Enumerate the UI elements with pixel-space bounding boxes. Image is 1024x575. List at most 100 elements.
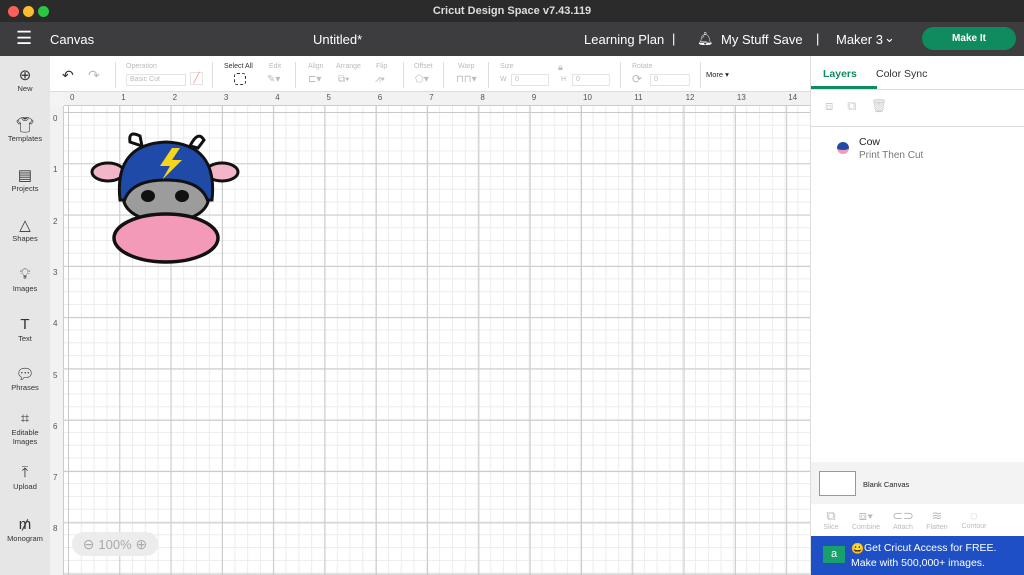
color-swatch[interactable]: ╱ xyxy=(190,72,203,85)
offset-icon[interactable]: ⬠▾ xyxy=(415,74,429,85)
make-it-button[interactable]: Make It xyxy=(922,27,1016,50)
redo-icon[interactable]: ↷ xyxy=(88,67,100,84)
ruler-x-label: 9 xyxy=(532,93,536,102)
edit-image-icon: ⌗ xyxy=(0,410,50,428)
arrange-icon[interactable]: ⧉▾ xyxy=(338,74,349,85)
sidebar-item-monogram[interactable]: ₥Monogram xyxy=(0,516,50,543)
zoom-level: 100% xyxy=(98,537,131,552)
flatten-button[interactable]: ≋Flatten xyxy=(917,508,957,531)
save-button[interactable]: Save xyxy=(773,32,803,47)
cricut-access-logo: a xyxy=(823,546,845,563)
slice-button[interactable]: ⧉Slice xyxy=(811,508,851,531)
ruler-x-label: 0 xyxy=(70,93,74,102)
ruler-y-label: 3 xyxy=(53,268,57,277)
window-title: Cricut Design Space v7.43.119 xyxy=(433,5,591,17)
rotate-icon[interactable]: ⟳ xyxy=(632,72,642,86)
left-sidebar: ⊕New 👕︎Templates ▤Projects △Shapes 💡︎Ima… xyxy=(0,56,50,575)
select-all-icon[interactable] xyxy=(234,73,246,85)
sidebar-item-new[interactable]: ⊕New xyxy=(0,66,50,93)
learning-plan-link[interactable]: Learning Plan xyxy=(584,32,664,47)
group-icon[interactable]: ⧈ xyxy=(825,98,847,113)
machine-select[interactable]: Maker 3 xyxy=(836,32,883,47)
ruler-x-label: 1 xyxy=(121,93,125,102)
vertical-ruler: 012345678 xyxy=(50,106,64,575)
zoom-out-icon[interactable]: ⊖ xyxy=(83,536,95,552)
ruler-x-label: 11 xyxy=(634,93,642,102)
projects-icon: ▤ xyxy=(0,166,50,184)
speech-icon: 💬︎ xyxy=(0,365,50,383)
delete-icon[interactable]: 🗑︎ xyxy=(871,98,902,113)
sidebar-item-text[interactable]: TText xyxy=(0,316,50,343)
ruler-y-label: 4 xyxy=(53,319,57,328)
ruler-y-label: 6 xyxy=(53,422,57,431)
canvas-swatch[interactable] xyxy=(819,471,856,496)
edit-toolbar: ↶ ↷ Operation Basic Cut ╱ Select All Edi… xyxy=(50,56,810,92)
ruler-y-label: 1 xyxy=(53,165,57,174)
window-titlebar: Cricut Design Space v7.43.119 xyxy=(0,0,1024,22)
layer-thumbnail xyxy=(837,142,849,154)
edit-pencil-icon[interactable]: ✎▾ xyxy=(267,74,280,85)
close-window-button[interactable] xyxy=(8,6,19,17)
width-input[interactable]: 0 xyxy=(511,74,549,86)
combine-button[interactable]: ⧈▾Combine xyxy=(846,508,886,531)
ruler-x-label: 14 xyxy=(788,93,797,102)
design-canvas[interactable]: 01234567891011121314 012345678 ⊖ 100% ⊕ xyxy=(50,92,810,575)
ruler-x-label: 7 xyxy=(429,93,433,102)
duplicate-icon[interactable]: ⧉ xyxy=(847,98,870,113)
flip-icon[interactable]: ⩘▾ xyxy=(375,74,385,85)
select-all-button[interactable]: Select All xyxy=(224,63,253,70)
hamburger-menu-icon[interactable]: ☰ xyxy=(16,28,32,49)
zoom-in-icon[interactable]: ⊕ xyxy=(136,536,148,552)
sidebar-item-editable-images[interactable]: ⌗Editable Images xyxy=(0,410,50,446)
shapes-icon: △ xyxy=(0,216,50,234)
tab-color-sync[interactable]: Color Sync xyxy=(876,68,927,80)
monogram-icon: ₥ xyxy=(0,516,50,534)
ruler-y-label: 5 xyxy=(53,371,57,380)
more-button[interactable]: More ▾ xyxy=(706,70,729,79)
canvas-label: Canvas xyxy=(50,32,94,47)
bulb-icon: 💡︎ xyxy=(0,266,50,284)
height-input[interactable]: 0 xyxy=(572,74,610,86)
warp-icon[interactable]: ⊓⊓▾ xyxy=(456,74,477,85)
ruler-x-label: 13 xyxy=(737,93,746,102)
rotate-input[interactable]: 0 xyxy=(650,74,690,86)
tab-layers[interactable]: Layers xyxy=(823,68,857,80)
plus-icon: ⊕ xyxy=(0,66,50,84)
blank-canvas-row[interactable]: Blank Canvas xyxy=(811,462,1024,504)
ruler-x-label: 12 xyxy=(686,93,695,102)
sidebar-item-phrases[interactable]: 💬︎Phrases xyxy=(0,365,50,392)
ruler-x-label: 8 xyxy=(480,93,484,102)
sidebar-item-shapes[interactable]: △Shapes xyxy=(0,216,50,243)
contour-button[interactable]: ◌Contour xyxy=(954,508,994,530)
operation-select[interactable]: Basic Cut xyxy=(126,74,186,86)
undo-icon[interactable]: ↶ xyxy=(62,67,74,84)
ruler-x-label: 5 xyxy=(327,93,331,102)
my-stuff-link[interactable]: My Stuff xyxy=(721,32,768,47)
cow-image[interactable] xyxy=(90,130,242,266)
sidebar-item-upload[interactable]: ⤒Upload xyxy=(0,464,50,491)
minimize-window-button[interactable] xyxy=(23,6,34,17)
align-icon[interactable]: ⊏▾ xyxy=(308,74,321,85)
ruler-x-label: 6 xyxy=(378,93,382,102)
app-header: ☰ Canvas Untitled* Learning Plan | 🔔︎ My… xyxy=(0,22,1024,56)
cricut-access-banner[interactable]: a 😀 Get Cricut Access for FREE. Make wit… xyxy=(811,536,1024,575)
sidebar-item-images[interactable]: 💡︎Images xyxy=(0,266,50,293)
layers-panel: Layers Color Sync ⧈⧉🗑︎ Cow Print Then Cu… xyxy=(810,56,1024,575)
sidebar-item-projects[interactable]: ▤Projects xyxy=(0,166,50,193)
ruler-y-label: 7 xyxy=(53,473,57,482)
lock-icon[interactable]: 🔒︎ xyxy=(558,62,563,73)
document-title[interactable]: Untitled* xyxy=(313,32,362,47)
shirt-icon: 👕︎ xyxy=(0,116,50,134)
maximize-window-button[interactable] xyxy=(38,6,49,17)
sidebar-item-templates[interactable]: 👕︎Templates xyxy=(0,116,50,143)
ruler-x-label: 10 xyxy=(583,93,592,102)
ruler-y-label: 0 xyxy=(53,114,57,123)
bell-icon[interactable]: 🔔︎ xyxy=(697,31,714,47)
chevron-down-icon[interactable]: ⌄ xyxy=(884,30,895,46)
layer-actions: ⧈⧉🗑︎ xyxy=(811,89,1024,127)
horizontal-ruler: 01234567891011121314 xyxy=(64,92,810,106)
ruler-y-label: 8 xyxy=(53,524,57,533)
ruler-x-label: 2 xyxy=(173,93,177,102)
ruler-x-label: 4 xyxy=(275,93,279,102)
zoom-control[interactable]: ⊖ 100% ⊕ xyxy=(72,532,158,556)
